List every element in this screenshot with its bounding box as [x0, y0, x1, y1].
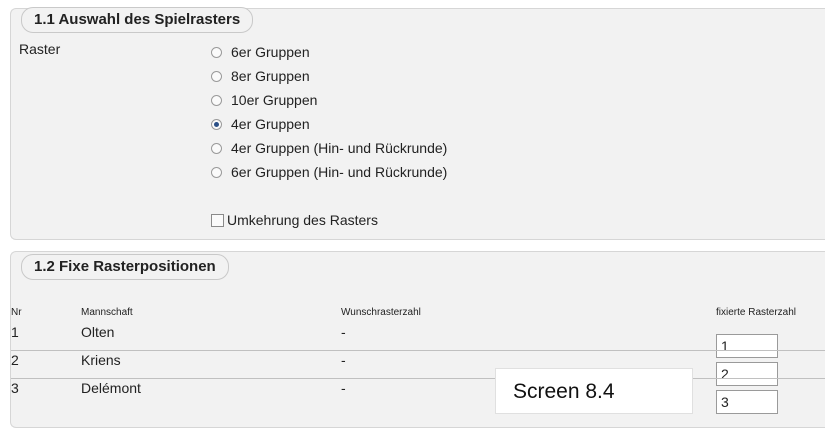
radio-label: 4er Gruppen: [231, 116, 310, 132]
invert-raster-option[interactable]: Umkehrung des Rasters: [211, 209, 378, 231]
radio-button[interactable]: [211, 46, 222, 58]
radio-button[interactable]: [211, 166, 222, 178]
row-wish: -: [341, 352, 346, 368]
column-header-mannschaft: Mannschaft: [81, 307, 133, 318]
radio-button[interactable]: [211, 94, 222, 106]
row-nr: 3: [11, 380, 19, 396]
row-wish: -: [341, 380, 346, 396]
radio-label: 4er Gruppen (Hin- und Rückrunde): [231, 140, 448, 156]
row-wish: -: [341, 324, 346, 340]
table-row: 1 Olten -: [11, 323, 825, 358]
column-header-fixierte-rasterzahl: fixierte Rasterzahl: [716, 307, 797, 318]
table-row: 2 Kriens -: [11, 351, 825, 386]
raster-label: Raster: [19, 41, 61, 57]
row-team: Kriens: [81, 352, 121, 368]
radio-label: 6er Gruppen: [231, 44, 310, 60]
radio-button[interactable]: [211, 70, 222, 82]
radio-option-6er[interactable]: 6er Gruppen: [211, 41, 310, 63]
radio-label: 10er Gruppen: [231, 92, 318, 108]
section-title: 1.1 Auswahl des Spielrasters: [21, 7, 254, 33]
radio-option-8er[interactable]: 8er Gruppen: [211, 65, 310, 87]
section-title: 1.2 Fixe Rasterpositionen: [21, 254, 229, 280]
row-team: Olten: [81, 324, 115, 340]
radio-button[interactable]: [211, 142, 222, 154]
row-nr: 2: [11, 352, 19, 368]
radio-label: 8er Gruppen: [231, 68, 310, 84]
fixed-raster-input[interactable]: [716, 390, 778, 414]
radio-option-10er[interactable]: 10er Gruppen: [211, 89, 317, 111]
invert-raster-checkbox[interactable]: [211, 213, 224, 227]
column-header-nr: Nr: [11, 307, 22, 318]
radio-label: 6er Gruppen (Hin- und Rückrunde): [231, 164, 448, 180]
radio-option-4er[interactable]: 4er Gruppen: [211, 113, 310, 135]
table-row: 3 Delémont -: [11, 379, 825, 414]
section-spielraster: 1.1 Auswahl des Spielrasters Raster 6er …: [10, 7, 825, 240]
section-fixe-rasterpositionen: 1.2 Fixe Rasterpositionen Nr Mannschaft …: [10, 251, 825, 428]
invert-raster-label: Umkehrung des Rasters: [227, 212, 378, 228]
screen-caption: Screen 8.4: [495, 368, 693, 414]
radio-button-selected[interactable]: [211, 118, 222, 130]
row-team: Delémont: [81, 380, 141, 396]
column-header-wunschrasterzahl: Wunschrasterzahl: [341, 307, 421, 318]
row-nr: 1: [11, 324, 19, 340]
radio-option-6er-hin-rueck[interactable]: 6er Gruppen (Hin- und Rückrunde): [211, 161, 447, 183]
radio-option-4er-hin-rueck[interactable]: 4er Gruppen (Hin- und Rückrunde): [211, 137, 447, 159]
